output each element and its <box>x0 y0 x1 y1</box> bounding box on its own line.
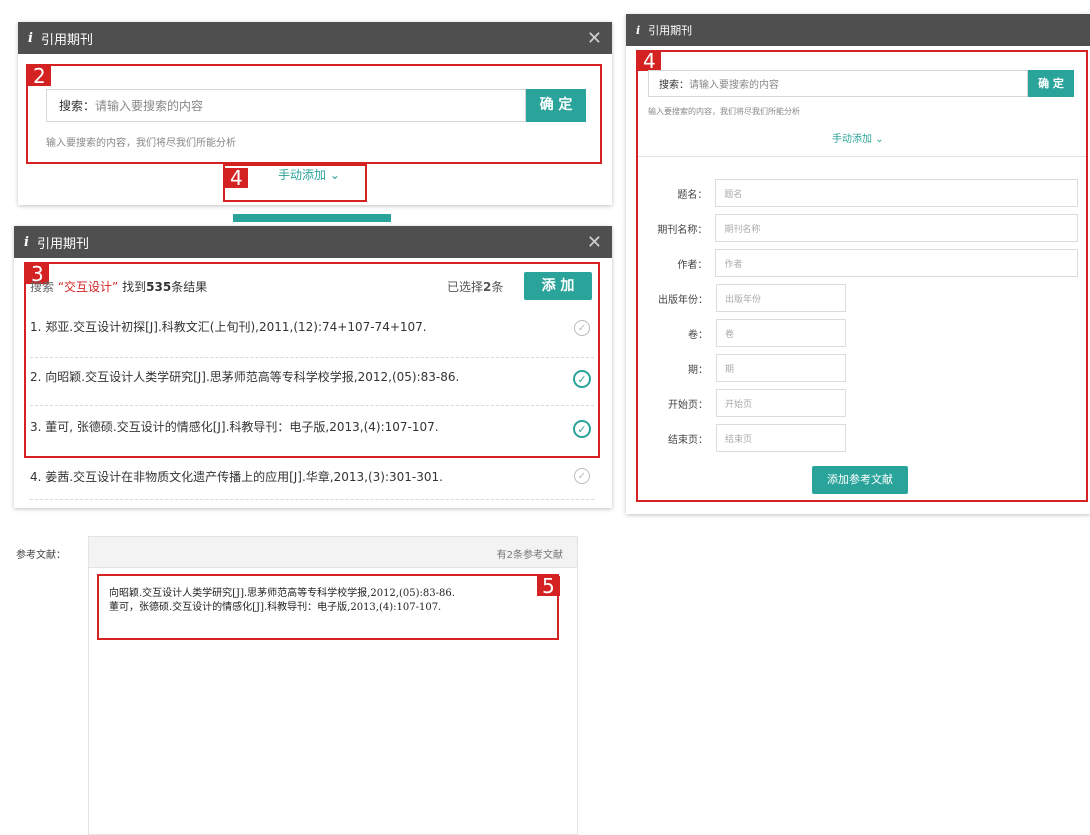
form-label: 结束页： <box>668 434 708 446</box>
dialog-title: 引用期刊 <box>40 32 93 48</box>
reference-line: 董可，张德硕.交互设计的情感化[J].科教导刊：电子版,2013,(4):107… <box>109 602 442 613</box>
confirm-button[interactable]: 确 定 <box>1028 70 1074 97</box>
check-circle-icon[interactable]: ✓ <box>574 320 590 336</box>
list-item[interactable]: 4. 姜茜.交互设计在非物质文化遗产传播上的应用[J].华章,2013,(3):… <box>30 460 594 500</box>
volume-field[interactable]: 卷 <box>716 319 846 347</box>
form-label: 卷： <box>688 329 708 341</box>
title-field[interactable]: 题名 <box>715 179 1078 207</box>
confirm-button[interactable]: 确 定 <box>526 89 586 122</box>
issue-field[interactable]: 期 <box>716 354 846 382</box>
reference-text: 3. 董可, 张德硕.交互设计的情感化[J].科教导刊：电子版,2013,(4)… <box>30 420 439 434</box>
dialog-results: i 引用期刊 ✕ 3 搜索 “交互设计” 找到535条结果 已选择2条 添 加 … <box>14 226 612 508</box>
dialog-search: i 引用期刊 ✕ 2 搜索： 请输入要搜索的内容 确 定 输入要搜索的内容，我们… <box>18 22 612 205</box>
chevron-down-icon: ⌄ <box>875 134 884 145</box>
author-field[interactable]: 作者 <box>715 249 1078 277</box>
references-textarea[interactable]: 5 向昭颖.交互设计人类学研究[J].思茅师范高等专科学校学报,2012,(05… <box>88 568 578 835</box>
year-field[interactable]: 出版年份 <box>716 284 846 312</box>
references-count: 有2条参考文献 <box>496 550 563 561</box>
journal-name-field[interactable]: 期刊名称 <box>715 214 1078 242</box>
reference-text: 1. 郑亚.交互设计初探[J].科教文汇(上旬刊),2011,(12):74+1… <box>30 320 427 334</box>
search-hint: 输入要搜索的内容，我们将尽我们所能分析 <box>46 138 236 149</box>
list-item[interactable]: 2. 向昭颖.交互设计人类学研究[J].思茅师范高等专科学校学报,2012,(0… <box>30 358 594 406</box>
step-tag: 5 <box>537 576 560 596</box>
selected-summary: 已选择2条 <box>447 278 503 295</box>
chevron-down-icon: ⌄ <box>329 168 340 182</box>
result-keyword: “交互设计” <box>57 280 119 294</box>
result-summary: 搜索 “交互设计” 找到535条结果 <box>30 278 207 295</box>
info-icon: i <box>24 234 29 250</box>
reference-line: 向昭颖.交互设计人类学研究[J].思茅师范高等专科学校学报,2012,(05):… <box>109 588 455 599</box>
form-row-author: 作者： 作者 <box>648 249 1078 277</box>
list-item[interactable]: 3. 董可, 张德硕.交互设计的情感化[J].科教导刊：电子版,2013,(4)… <box>30 406 594 454</box>
search-placeholder: 请输入要搜索的内容 <box>689 80 779 91</box>
form-label: 题名： <box>677 189 708 201</box>
result-suffix: 条结果 <box>171 280 208 294</box>
manual-add-label: 手动添加 <box>832 134 872 145</box>
dialog-title: 引用期刊 <box>648 24 693 37</box>
dialog-manual-add: i 引用期刊 4 搜索： 请输入要搜索的内容 确 定 输入要搜索的内容，我们将尽… <box>626 14 1090 514</box>
search-label: 搜索： <box>659 80 689 91</box>
info-icon: i <box>636 23 641 37</box>
step-tag: 4 <box>638 51 661 71</box>
step-tag: 4 <box>225 168 248 188</box>
form-row-issue: 期： 期 <box>648 354 1078 382</box>
search-hint: 输入要搜索的内容，我们将尽我们所能分析 <box>648 107 800 116</box>
selected-suffix: 条 <box>491 280 504 294</box>
dialog-titlebar: i 引用期刊 <box>626 14 1090 46</box>
dialog-titlebar: i 引用期刊 ✕ <box>18 22 612 54</box>
info-icon: i <box>28 30 33 46</box>
form-row-title: 题名： 题名 <box>648 179 1078 207</box>
form-label: 作者： <box>677 259 708 271</box>
form-row-volume: 卷： 卷 <box>648 319 1078 347</box>
form-row-start-page: 开始页： 开始页 <box>648 389 1078 417</box>
result-mid: 找到 <box>122 280 147 294</box>
form-row-end-page: 结束页： 结束页 <box>648 424 1078 452</box>
list-item[interactable]: 1. 郑亚.交互设计初探[J].科教文汇(上旬刊),2011,(12):74+1… <box>30 310 594 358</box>
search-input[interactable]: 搜索： 请输入要搜索的内容 <box>46 89 526 122</box>
form-label: 出版年份： <box>658 294 708 306</box>
reference-text: 4. 姜茜.交互设计在非物质文化遗产传播上的应用[J].华章,2013,(3):… <box>30 470 443 484</box>
manual-add-toggle[interactable]: 手动添加 ⌄ <box>278 166 340 183</box>
check-circle-icon[interactable]: ✓ <box>573 420 591 438</box>
check-circle-icon[interactable]: ✓ <box>574 468 590 484</box>
add-button[interactable]: 添 加 <box>524 272 592 300</box>
add-reference-button[interactable]: 添加参考文献 <box>812 466 908 494</box>
search-label: 搜索： <box>59 99 96 113</box>
form-row-journal: 期刊名称： 期刊名称 <box>648 214 1078 242</box>
divider <box>638 156 1086 157</box>
manual-add-toggle[interactable]: 手动添加 ⌄ <box>832 130 884 145</box>
selected-prefix: 已选择 <box>447 280 484 294</box>
step-tag: 2 <box>28 66 51 86</box>
dialog-titlebar: i 引用期刊 ✕ <box>14 226 612 258</box>
reference-text: 2. 向昭颖.交互设计人类学研究[J].思茅师范高等专科学校学报,2012,(0… <box>30 370 460 384</box>
result-prefix: 搜索 <box>30 280 55 294</box>
references-label: 参考文献： <box>16 550 66 561</box>
start-page-field[interactable]: 开始页 <box>716 389 846 417</box>
search-placeholder: 请输入要搜索的内容 <box>95 99 204 113</box>
form-label: 期刊名称： <box>657 224 708 236</box>
close-icon[interactable]: ✕ <box>587 232 602 253</box>
manual-add-label: 手动添加 <box>278 168 327 182</box>
form-label: 期： <box>688 364 708 376</box>
dialog-title: 引用期刊 <box>36 236 89 252</box>
references-header: 有2条参考文献 <box>88 536 578 568</box>
form-row-year: 出版年份： 出版年份 <box>648 284 1078 312</box>
form-label: 开始页： <box>668 399 708 411</box>
search-input[interactable]: 搜索： 请输入要搜索的内容 <box>648 70 1028 97</box>
underlying-button-edge <box>233 214 391 222</box>
close-icon[interactable]: ✕ <box>587 28 602 49</box>
result-count: 535 <box>146 280 172 294</box>
end-page-field[interactable]: 结束页 <box>716 424 846 452</box>
check-circle-icon[interactable]: ✓ <box>573 370 591 388</box>
